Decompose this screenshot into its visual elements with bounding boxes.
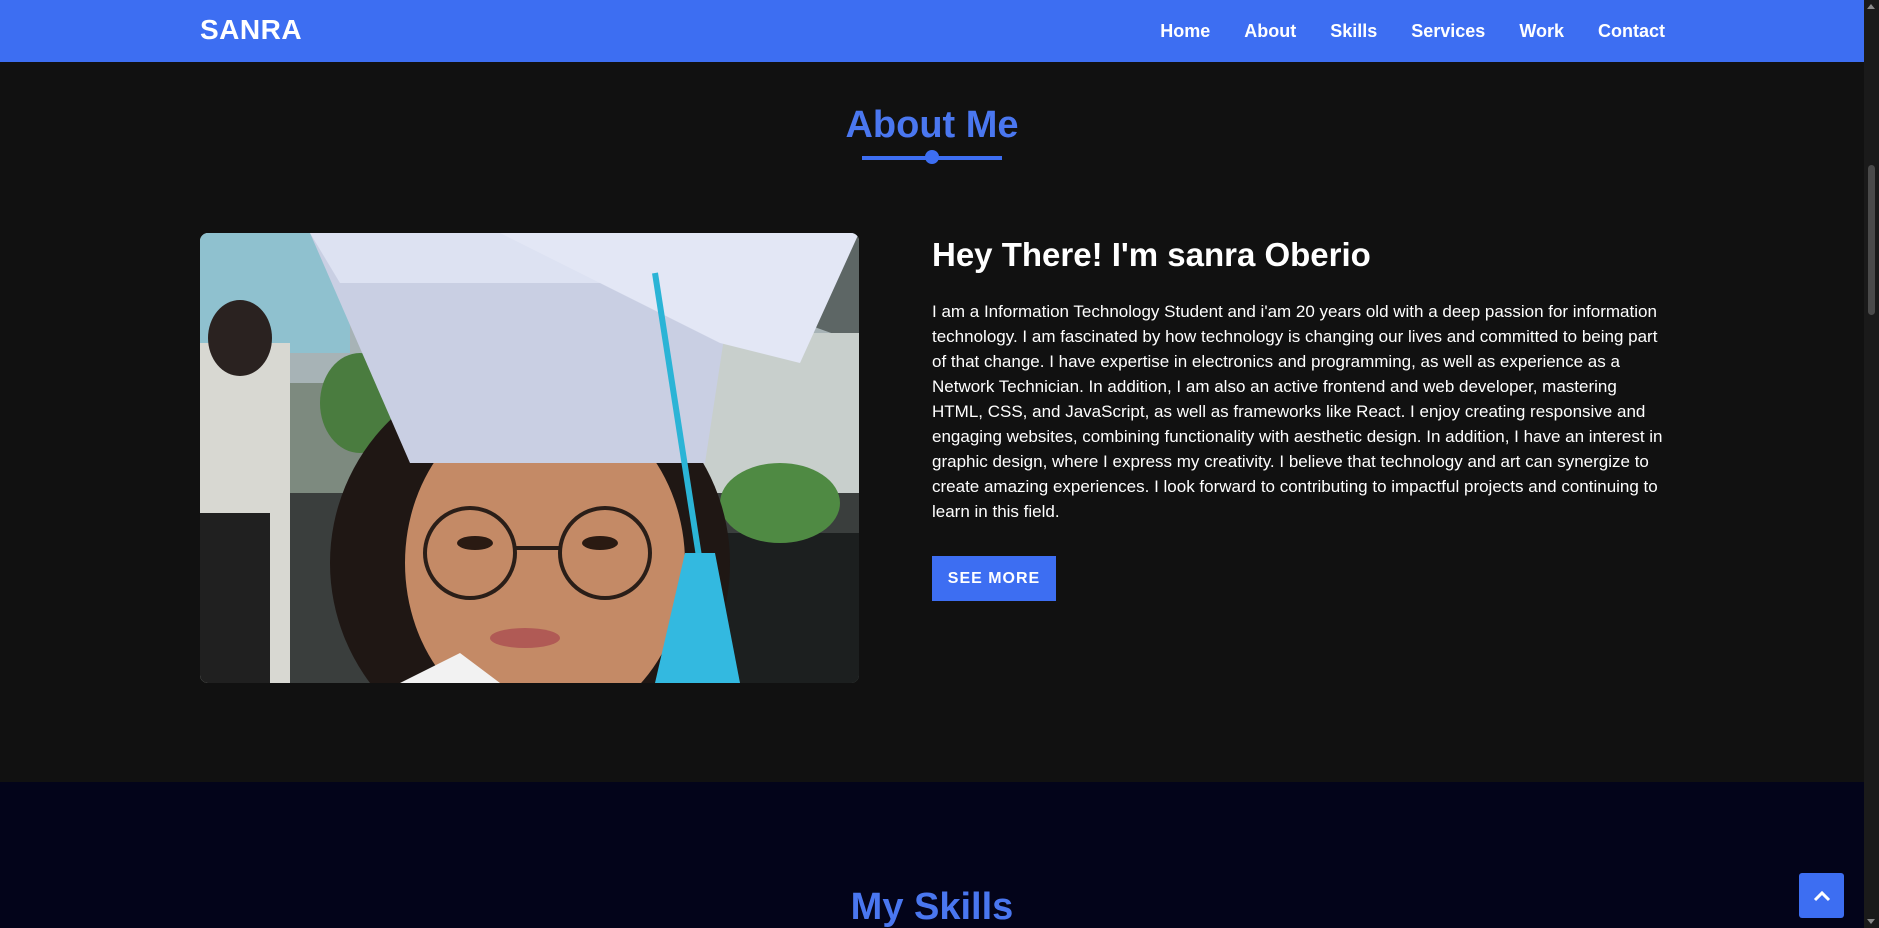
brand-logo[interactable]: SANRA [200, 14, 302, 46]
nav-about[interactable]: About [1244, 21, 1296, 42]
chevron-up-icon [1813, 890, 1830, 901]
skills-title: My Skills [850, 886, 1014, 928]
nav-work[interactable]: Work [1519, 21, 1564, 42]
nav-links: Home About Skills Services Work Contact [1160, 0, 1665, 62]
profile-photo [200, 233, 859, 683]
title-underline-dot [925, 150, 939, 164]
see-more-button[interactable]: SEE MORE [932, 556, 1056, 601]
about-section: About Me Hey There! I'm sanra Oberio I a… [0, 62, 1864, 782]
skills-section: My Skills [0, 782, 1864, 928]
scroll-up-icon[interactable] [1867, 4, 1875, 9]
about-paragraph: I am a Information Technology Student an… [932, 302, 1663, 521]
about-heading: Hey There! I'm sanra Oberio [932, 236, 1371, 273]
page: SANRA Home About Skills Services Work Co… [0, 0, 1879, 928]
back-to-top-button[interactable] [1799, 873, 1844, 918]
scrollbar[interactable] [1864, 0, 1879, 928]
about-title: About Me [845, 104, 1019, 146]
nav-home[interactable]: Home [1160, 21, 1210, 42]
scrollbar-thumb[interactable] [1868, 165, 1875, 315]
navbar: SANRA Home About Skills Services Work Co… [0, 0, 1864, 62]
nav-skills[interactable]: Skills [1330, 21, 1377, 42]
nav-contact[interactable]: Contact [1598, 21, 1665, 42]
nav-services[interactable]: Services [1411, 21, 1485, 42]
scroll-down-icon[interactable] [1867, 919, 1875, 924]
